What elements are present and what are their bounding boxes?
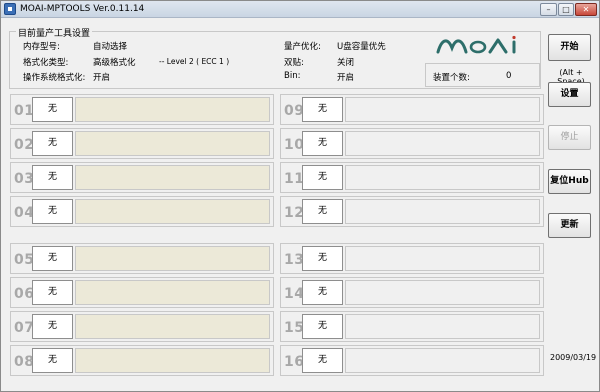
port-progress-bar	[75, 165, 270, 190]
bin-label: Bin:	[284, 71, 301, 81]
port-slot: 03 无	[10, 162, 274, 193]
port-slot: 05 无	[10, 243, 274, 274]
port-progress-bar	[345, 165, 540, 190]
port-progress-bar	[75, 246, 270, 271]
port-slot: 01 无	[10, 94, 274, 125]
app-icon	[4, 3, 16, 15]
device-count-box: 装置个数: 0	[425, 63, 540, 87]
settings-group-title: 目前量产工具设置	[16, 26, 93, 39]
bin-value: 开启	[337, 73, 355, 83]
port-status: 无	[32, 314, 73, 339]
settings-button[interactable]: 设置	[548, 82, 591, 107]
stop-button[interactable]: 停止	[548, 125, 591, 150]
format-level-value: -- Level 2 ( ECC 1 )	[159, 57, 230, 66]
port-slot: 14 无	[280, 277, 544, 308]
port-slot: 07 无	[10, 311, 274, 342]
port-status: 无	[302, 97, 343, 122]
port-slot: 13 无	[280, 243, 544, 274]
memory-type-value: 自动选择	[93, 42, 128, 52]
port-progress-bar	[345, 131, 540, 156]
os-format-value: 开启	[93, 73, 111, 83]
dual-label: 双贴:	[284, 58, 304, 68]
port-progress-bar	[345, 348, 540, 373]
port-status: 无	[32, 131, 73, 156]
port-slot: 10 无	[280, 128, 544, 159]
port-progress-bar	[75, 199, 270, 224]
moai-logo	[436, 34, 530, 56]
port-progress-bar	[345, 280, 540, 305]
title-bar[interactable]: MOAI-MPTOOLS Ver.0.11.14 – □ ✕	[1, 1, 599, 18]
port-status: 无	[302, 314, 343, 339]
port-slot: 02 无	[10, 128, 274, 159]
port-status: 无	[302, 131, 343, 156]
port-slot: 04 无	[10, 196, 274, 227]
main-window: MOAI-MPTOOLS Ver.0.11.14 – □ ✕ 目前量产工具设置 …	[0, 0, 600, 392]
port-status: 无	[302, 280, 343, 305]
port-slot: 09 无	[280, 94, 544, 125]
port-status: 无	[32, 199, 73, 224]
window-title: MOAI-MPTOOLS Ver.0.11.14	[20, 4, 145, 14]
port-status: 无	[32, 246, 73, 271]
port-status: 无	[302, 165, 343, 190]
dual-value: 关闭	[337, 58, 355, 68]
port-status: 无	[302, 246, 343, 271]
port-slot: 12 无	[280, 196, 544, 227]
port-progress-bar	[75, 97, 270, 122]
port-slot: 08 无	[10, 345, 274, 376]
os-format-label: 操作系统格式化:	[23, 73, 86, 83]
port-progress-bar	[75, 131, 270, 156]
optimize-value: U盘容量优先	[337, 42, 386, 52]
port-progress-bar	[75, 314, 270, 339]
reset-hub-button[interactable]: 复位Hub	[548, 169, 591, 194]
maximize-button[interactable]: □	[558, 3, 574, 16]
port-progress-bar	[75, 348, 270, 373]
port-slot: 15 无	[280, 311, 544, 342]
build-date: 2009/03/19	[550, 353, 597, 362]
port-slot: 11 无	[280, 162, 544, 193]
port-progress-bar	[345, 97, 540, 122]
optimize-label: 量产优化:	[284, 42, 321, 52]
port-progress-bar	[75, 280, 270, 305]
port-progress-bar	[345, 199, 540, 224]
port-status: 无	[32, 348, 73, 373]
format-type-label: 格式化类型:	[23, 58, 69, 68]
port-status: 无	[32, 165, 73, 190]
close-button[interactable]: ✕	[575, 3, 597, 16]
port-status: 无	[32, 280, 73, 305]
port-slot: 16 无	[280, 345, 544, 376]
port-status: 无	[32, 97, 73, 122]
device-count-value: 0	[506, 71, 512, 81]
memory-type-label: 内存型号:	[23, 42, 60, 52]
port-progress-bar	[345, 246, 540, 271]
port-status: 无	[302, 199, 343, 224]
device-count-label: 装置个数:	[433, 73, 470, 83]
minimize-button[interactable]: –	[540, 3, 557, 16]
port-slot: 06 无	[10, 277, 274, 308]
port-progress-bar	[345, 314, 540, 339]
start-button[interactable]: 开始	[548, 34, 591, 61]
format-type-value: 高级格式化	[93, 58, 136, 68]
update-button[interactable]: 更新	[548, 213, 591, 238]
port-status: 无	[302, 348, 343, 373]
